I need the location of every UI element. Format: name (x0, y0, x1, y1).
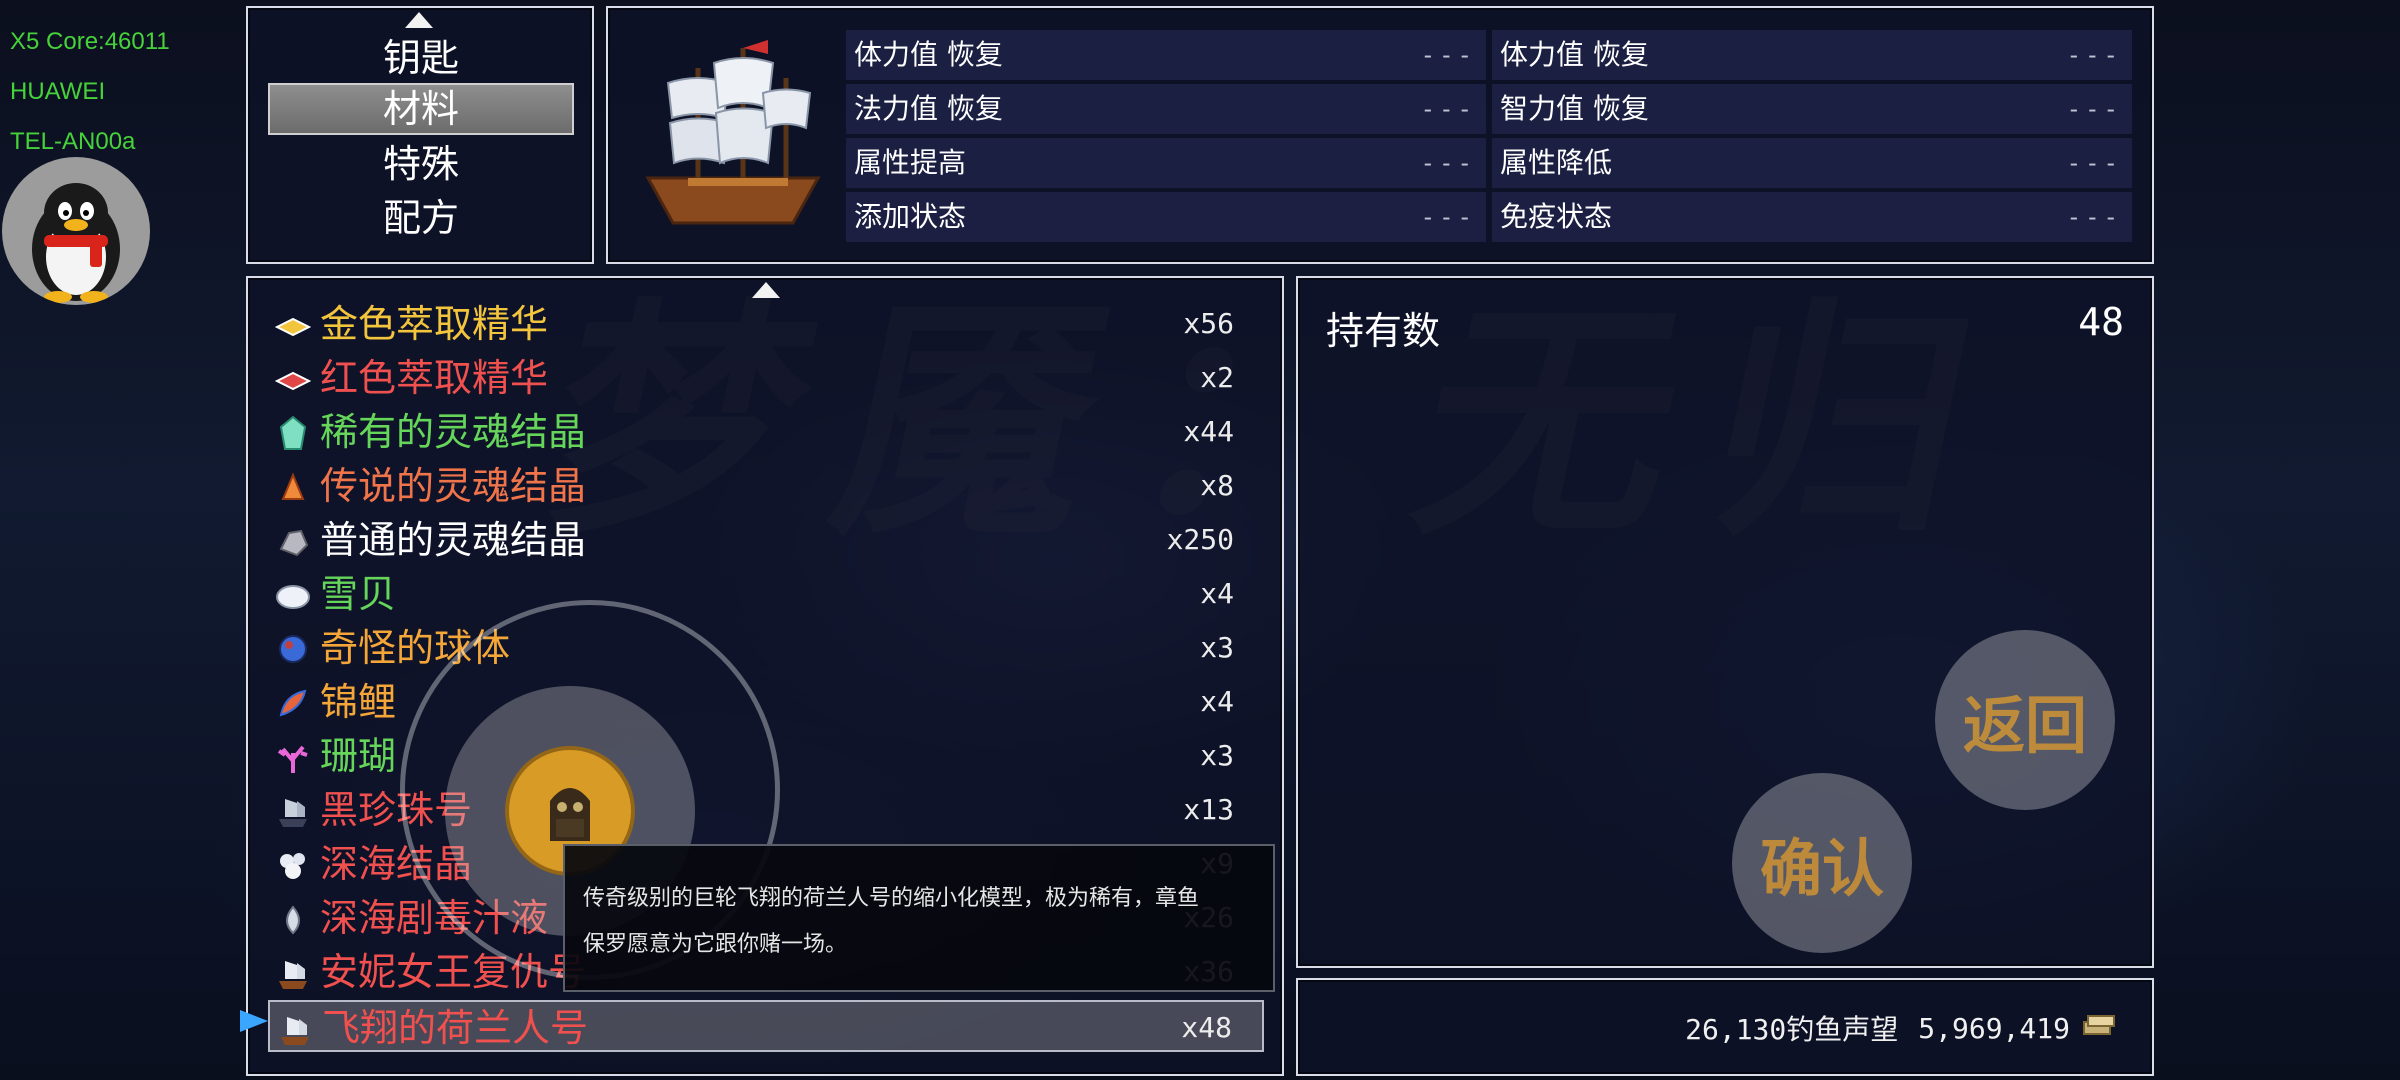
description-line-2: 保罗愿意为它跟你赌一场。 (583, 932, 848, 957)
item-quantity: x4 (1200, 685, 1234, 718)
item-name: 传说的灵魂结晶 (320, 464, 587, 508)
red-essence-icon (274, 360, 312, 398)
list-item[interactable]: 稀有的灵魂结晶 x44 (268, 406, 1264, 458)
scroll-up-arrow-icon[interactable] (405, 12, 433, 28)
device-model-label: TEL-AN00a (10, 128, 136, 155)
item-name: 雪贝 (320, 572, 397, 616)
item-quantity: x3 (1200, 739, 1234, 772)
description-line-1: 传奇级别的巨轮飞翔的荷兰人号的缩小化模型，极为稀有，章鱼 (583, 886, 1200, 911)
possession-label: 持有数 (1326, 309, 1441, 353)
item-effects-window: 体力值 恢复 --- 法力值 恢复 --- 属性提高 --- 添加状态 --- 体力值 … (606, 6, 2154, 264)
list-item[interactable]: 金色萃取精华 x56 (268, 298, 1264, 350)
list-item[interactable]: 红色萃取精华 x2 (268, 352, 1264, 404)
item-quantity: x44 (1183, 415, 1234, 448)
category-window: 钥匙 材料 特殊 配方 (246, 6, 594, 264)
legend-crystal-icon (274, 468, 312, 506)
item-name: 稀有的灵魂结晶 (320, 410, 587, 454)
list-scroll-up-arrow-icon[interactable] (752, 282, 780, 298)
device-brand-label: HUAWEI (10, 78, 106, 105)
qq-penguin-avatar[interactable] (2, 157, 150, 305)
item-description-tooltip: 传奇级别的巨轮飞翔的荷兰人号的缩小化模型，极为稀有，章鱼 保罗愿意为它跟你赌一场… (563, 844, 1275, 992)
item-quantity: x56 (1183, 307, 1234, 340)
category-keys[interactable]: 钥匙 (268, 32, 574, 84)
effect-immune-state: 免疫状态 --- (1492, 192, 2132, 242)
common-crystal-icon (274, 522, 312, 560)
ship-icon (274, 792, 312, 830)
coral-icon (274, 738, 312, 776)
currency-window: 26,130钓鱼声望 5,969,419 (1296, 978, 2154, 1076)
item-quantity: x8 (1200, 469, 1234, 502)
effect-int-recovery: 智力值 恢复 --- (1492, 84, 2132, 134)
gold-icon (2082, 1012, 2116, 1045)
fishing-fame-value: 26,130钓鱼声望 (1685, 1013, 1899, 1046)
item-name: 飞翔的荷兰人号 (322, 1006, 589, 1050)
item-quantity: x4 (1200, 577, 1234, 610)
venom-icon (274, 900, 312, 938)
possession-value: 48 (2078, 300, 2124, 344)
effect-add-state: 添加状态 --- (846, 192, 1486, 242)
item-quantity: x3 (1200, 631, 1234, 664)
item-quantity: x250 (1166, 523, 1234, 556)
list-item[interactable]: 普通的灵魂结晶 x250 (268, 514, 1264, 566)
item-name: 金色萃取精华 (320, 302, 549, 346)
item-quantity: x2 (1200, 361, 1234, 394)
item-name: 锦鲤 (320, 680, 397, 724)
category-materials[interactable]: 材料 (268, 83, 574, 135)
category-special[interactable]: 特殊 (268, 138, 574, 190)
list-item[interactable]: 奇怪的球体 x3 (268, 622, 1264, 674)
item-preview-ship-icon (628, 28, 838, 238)
orb-icon (274, 630, 312, 668)
effect-hp-recovery-right: 体力值 恢复 --- (1492, 30, 2132, 80)
effect-stat-increase: 属性提高 --- (846, 138, 1486, 188)
category-recipes[interactable]: 配方 (268, 192, 574, 244)
back-button[interactable]: 返回 (1935, 630, 2115, 810)
gold-essence-icon (274, 306, 312, 344)
item-quantity: x13 (1183, 793, 1234, 826)
shell-icon (274, 576, 312, 614)
ship-icon (274, 954, 312, 992)
item-name: 红色萃取精华 (320, 356, 549, 400)
possession-window: 持有数 48 (1296, 276, 2154, 968)
confirm-button[interactable]: 确认 (1732, 773, 1912, 953)
item-name: 珊瑚 (320, 734, 397, 778)
list-item[interactable]: 传说的灵魂结晶 x8 (268, 460, 1264, 512)
effect-mp-recovery: 法力值 恢复 --- (846, 84, 1486, 134)
core-version-label: X5 Core:46011 (10, 28, 170, 55)
effect-hp-recovery: 体力值 恢复 --- (846, 30, 1486, 80)
list-item-selected[interactable]: 飞翔的荷兰人号 x48 (268, 1000, 1264, 1052)
koi-icon (274, 684, 312, 722)
item-name: 普通的灵魂结晶 (320, 518, 587, 562)
item-quantity: x48 (1181, 1011, 1232, 1044)
ship-icon (276, 1010, 314, 1048)
selection-cursor-icon (240, 1010, 268, 1032)
deep-crystal-icon (274, 846, 312, 884)
effect-stat-decrease: 属性降低 --- (1492, 138, 2132, 188)
list-item[interactable]: 雪贝 x4 (268, 568, 1264, 620)
gold-value: 5,969,419 (1918, 1011, 2070, 1045)
rare-crystal-icon (274, 414, 312, 452)
